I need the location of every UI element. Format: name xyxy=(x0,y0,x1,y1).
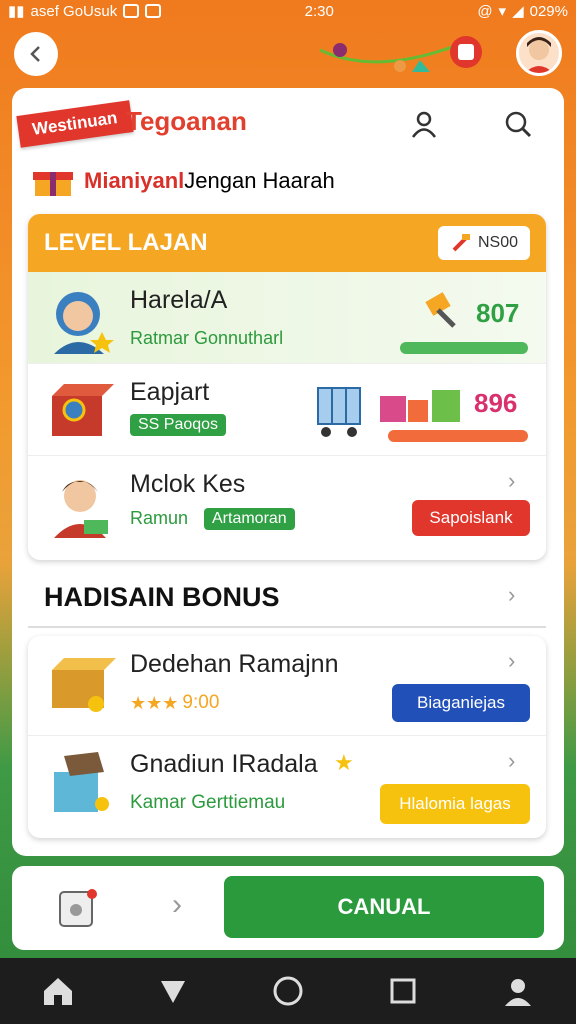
row-tag: SS Paoqos xyxy=(130,414,227,436)
festive-garland-icon xyxy=(320,36,482,72)
detective-avatar-icon xyxy=(54,292,114,354)
rating: ★★★ 9:00 xyxy=(130,692,219,714)
home-button[interactable] xyxy=(38,971,78,1011)
stars-icon: ★★★ xyxy=(130,692,179,713)
notification-icon-2 xyxy=(145,4,162,18)
notification-icon xyxy=(123,4,140,18)
row-subtitle: Kamar Gerttiemau xyxy=(130,792,286,813)
top-bar xyxy=(0,30,576,86)
back-button[interactable] xyxy=(14,32,58,76)
row-title: Eapjart xyxy=(130,378,210,406)
level-panel: LEVEL LAJAN NS00 Harela/A Ratmar Gonnuth… xyxy=(28,214,546,560)
bonus-row[interactable]: Dedehan Ramajnn ★★★ 9:00 › Biaganiejas xyxy=(28,636,546,736)
row-subtitle: Ramun xyxy=(130,508,189,528)
alarm-icon: @ xyxy=(477,2,493,20)
battery-text: 029% xyxy=(529,2,568,20)
cta-button[interactable]: CANUAL xyxy=(224,876,544,938)
action-button[interactable]: Hlalomia lagas xyxy=(380,784,530,824)
wifi-icon: ▾ xyxy=(498,3,507,20)
rating-text: 9:00 xyxy=(182,692,220,713)
bonus-row[interactable]: Gnadiun IRadala ★ Kamar Gerttiemau › Hla… xyxy=(28,736,546,836)
circle-nav-button[interactable] xyxy=(268,971,308,1011)
star-icon: ★ xyxy=(334,750,354,775)
row-score: 807 xyxy=(476,298,520,328)
level-badge[interactable]: NS00 xyxy=(437,226,530,260)
level-title: LEVEL LAJAN xyxy=(44,229,208,256)
profile-nav-button[interactable] xyxy=(498,971,538,1011)
main-card: Westinuan Tegoanan MianiyanlJengan Haara… xyxy=(12,88,564,856)
level-row[interactable]: Eapjart SS Paoqos 896 xyxy=(28,364,546,456)
status-time: 2:30 xyxy=(304,2,334,20)
profile-icon xyxy=(505,979,532,1006)
treasure-box-icon xyxy=(52,658,116,712)
circle-icon xyxy=(273,976,303,1006)
square-icon xyxy=(390,978,416,1004)
row-score: 896 xyxy=(474,388,518,418)
row-title: Gnadiun IRadala xyxy=(130,750,318,778)
back-nav-button[interactable] xyxy=(153,971,193,1011)
hammer-icon xyxy=(452,234,470,252)
scan-icon[interactable] xyxy=(56,886,100,930)
recents-button[interactable] xyxy=(383,971,423,1011)
ribbon-banner: Westinuan xyxy=(16,100,134,148)
chevron-right-icon: › xyxy=(172,888,182,921)
triangle-icon xyxy=(160,981,185,1003)
level-header: LEVEL LAJAN NS00 xyxy=(28,214,546,272)
subtitle-highlight: Mianiyanl xyxy=(84,168,185,193)
toy-blocks-icon xyxy=(380,390,460,422)
row-subtitle: Ratmar Gonnutharl xyxy=(130,328,284,348)
level-row[interactable]: Harela/A Ratmar Gonnutharl 807 xyxy=(28,272,546,364)
nav-bar xyxy=(0,958,576,1024)
chevron-right-icon: › xyxy=(508,748,516,773)
score-bar xyxy=(388,430,528,442)
chest-box-icon xyxy=(54,752,109,812)
bonus-card: Dedehan Ramajnn ★★★ 9:00 › Biaganiejas G… xyxy=(28,636,546,838)
bonus-section-header[interactable]: HADISAIN BONUS › xyxy=(28,568,546,628)
bottom-action-card: › CANUAL xyxy=(12,866,564,950)
action-button[interactable]: Sapoislank xyxy=(412,500,530,536)
signal-strength-icon: ◢ xyxy=(512,3,524,20)
chevron-right-icon: › xyxy=(508,468,516,493)
user-icon xyxy=(411,111,437,138)
row-tag: Artamoran xyxy=(204,508,295,530)
row-title: Mclok Kes xyxy=(130,470,246,498)
search-icon xyxy=(505,111,532,138)
carrier-text: asef GoUsuk xyxy=(30,2,118,20)
level-badge-text: NS00 xyxy=(477,234,518,251)
treasure-chest-icon xyxy=(52,384,114,436)
row-title: Dedehan Ramajnn xyxy=(130,650,339,678)
avatar-face-icon xyxy=(525,37,553,73)
page-title: Tegoanan xyxy=(126,106,247,136)
status-bar: ▮▮ asef GoUsuk 2:30 @ ▾ ◢ 029% xyxy=(0,0,576,22)
avatar[interactable] xyxy=(516,30,562,76)
home-icon xyxy=(43,978,72,1005)
subtitle: MianiyanlJengan Haarah xyxy=(32,164,335,198)
action-button[interactable]: Biaganiejas xyxy=(392,684,530,722)
gift-icon xyxy=(33,172,73,196)
back-icon xyxy=(30,46,40,62)
chevron-right-icon: › xyxy=(508,582,516,607)
hammer-tool-icon xyxy=(425,292,456,328)
user-button[interactable] xyxy=(404,104,444,144)
score-bar xyxy=(400,342,528,354)
cart-icon xyxy=(317,387,361,437)
row-title: Harela/A xyxy=(130,286,228,314)
boy-avatar-icon xyxy=(54,480,108,538)
subtitle-text: Jengan Haarah xyxy=(184,168,335,193)
signal-icon: ▮▮ xyxy=(8,3,25,20)
bonus-title: HADISAIN BONUS xyxy=(44,582,280,612)
chevron-right-icon: › xyxy=(508,648,516,673)
level-row[interactable]: Mclok Kes Ramun Artamoran › Sapoislank xyxy=(28,456,546,548)
search-button[interactable] xyxy=(498,104,538,144)
